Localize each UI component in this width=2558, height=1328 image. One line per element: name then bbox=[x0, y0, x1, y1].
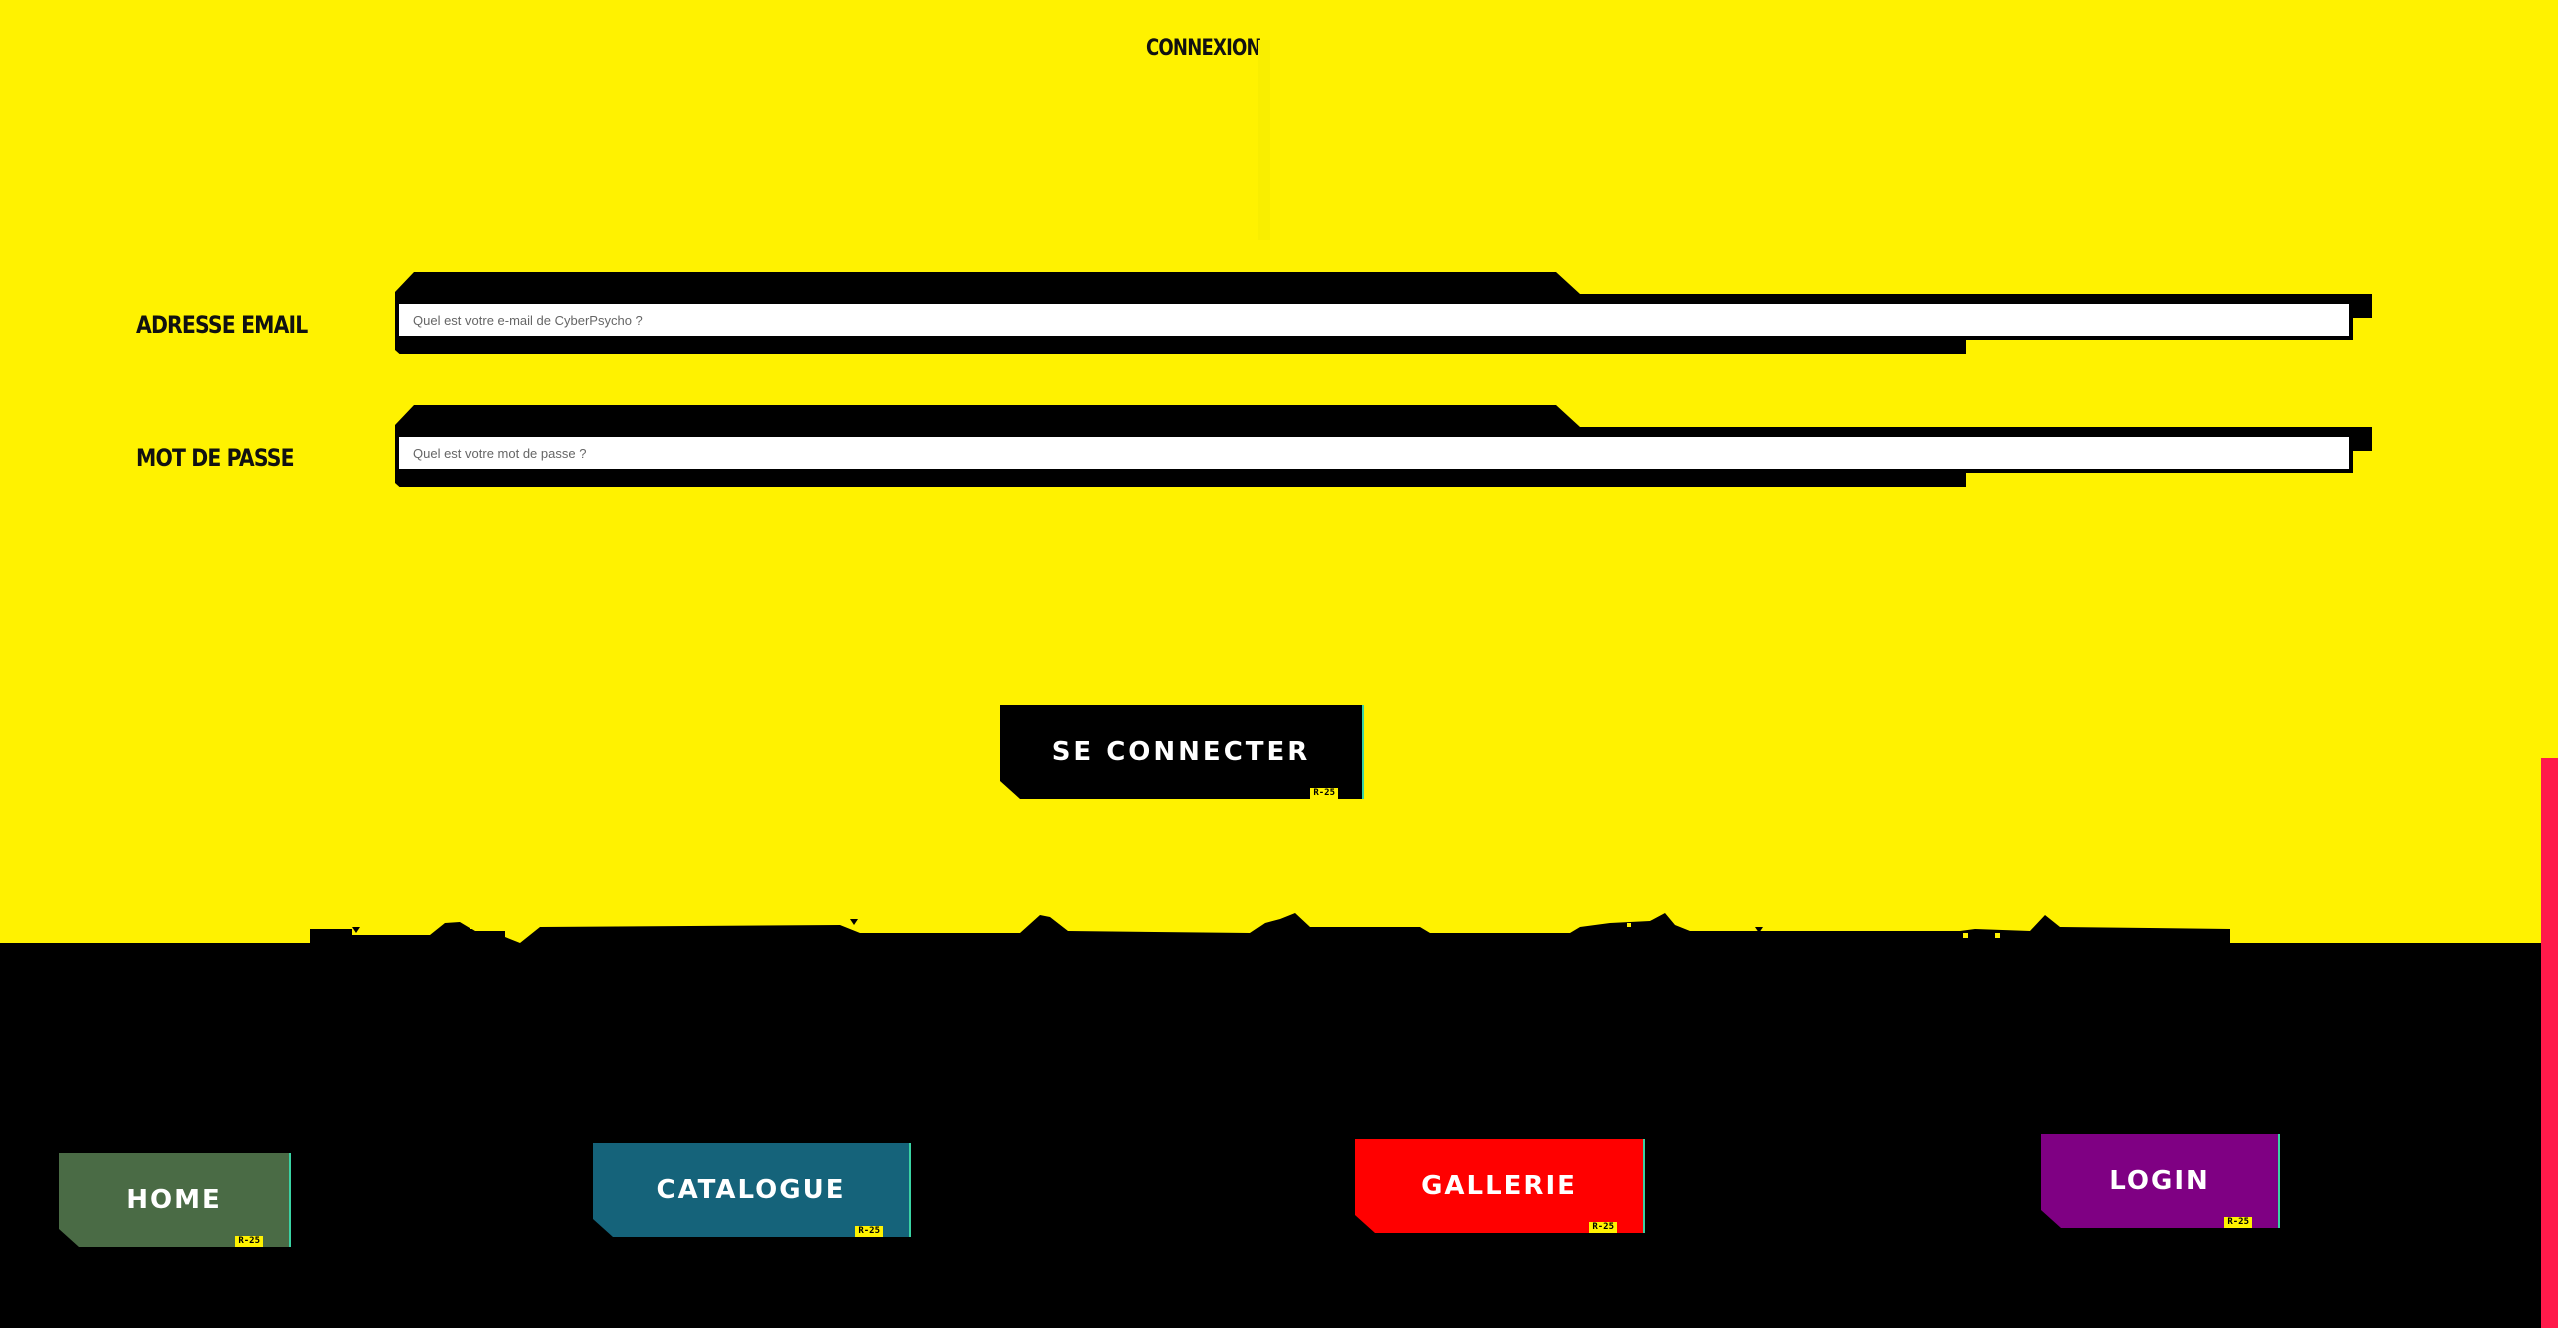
nav-catalogue-label: CATALOGUE bbox=[656, 1175, 846, 1205]
login-page: CONNEXION ADRESSE EMAIL MOT DE PASSE SE … bbox=[0, 0, 2558, 1328]
login-section: CONNEXION ADRESSE EMAIL MOT DE PASSE SE … bbox=[0, 0, 2558, 943]
nav-login-tag: R-25 bbox=[2224, 1217, 2252, 1228]
title-divider bbox=[1258, 40, 1270, 240]
password-input[interactable] bbox=[395, 433, 2353, 473]
nav-home-button[interactable]: HOME R-25 bbox=[59, 1153, 291, 1247]
nav-home-tag: R-25 bbox=[235, 1236, 263, 1247]
nav-gallerie-label: GALLERIE bbox=[1421, 1171, 1577, 1201]
nav-gallerie-tag: R-25 bbox=[1589, 1222, 1617, 1233]
nav-catalogue-button[interactable]: CATALOGUE R-25 bbox=[593, 1143, 911, 1237]
page-title: CONNEXION bbox=[1146, 36, 1262, 61]
nav-login-label: LOGIN bbox=[2109, 1166, 2210, 1196]
connect-button[interactable]: SE CONNECTER R-25 bbox=[1000, 705, 1364, 799]
password-label: MOT DE PASSE bbox=[136, 444, 295, 472]
email-field-frame bbox=[386, 270, 2373, 354]
nav-gallerie-button[interactable]: GALLERIE R-25 bbox=[1355, 1139, 1645, 1233]
scrollbar-accent[interactable] bbox=[2541, 758, 2558, 1328]
connect-button-tag: R-25 bbox=[1310, 788, 1338, 799]
nav-home-label: HOME bbox=[126, 1185, 222, 1215]
nav-catalogue-tag: R-25 bbox=[855, 1226, 883, 1237]
connect-button-label: SE CONNECTER bbox=[1051, 737, 1311, 767]
email-input[interactable] bbox=[395, 300, 2353, 340]
nav-login-button[interactable]: LOGIN R-25 bbox=[2041, 1134, 2280, 1228]
password-field-frame bbox=[386, 403, 2373, 487]
email-label: ADRESSE EMAIL bbox=[136, 311, 308, 339]
